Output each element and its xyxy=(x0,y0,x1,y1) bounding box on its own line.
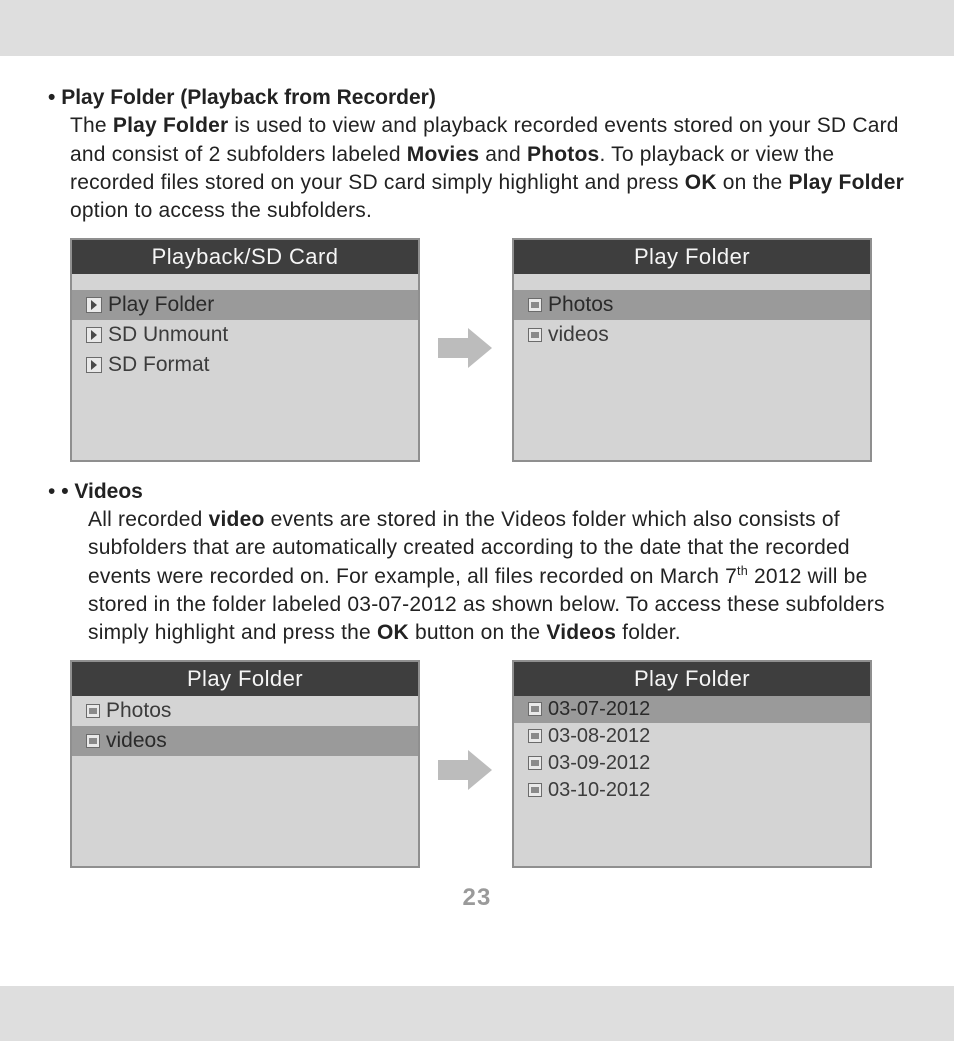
menu-item-label: SD Unmount xyxy=(108,323,228,347)
folder-icon xyxy=(528,729,542,743)
section-videos: Videos All recorded video events are sto… xyxy=(48,478,906,648)
menu-item-date-1[interactable]: 03-08-2012 xyxy=(514,723,870,750)
folder-icon xyxy=(86,357,102,373)
menu-item-photos[interactable]: Photos xyxy=(72,696,418,726)
top-band xyxy=(0,0,954,56)
menu-item-date-2[interactable]: 03-09-2012 xyxy=(514,750,870,777)
menu-item-label: Photos xyxy=(548,293,613,317)
text: and xyxy=(479,143,527,166)
paragraph-play-folder: The Play Folder is used to view and play… xyxy=(48,112,906,225)
term-video: video xyxy=(209,508,265,531)
heading-play-folder: Play Folder (Playback from Recorder) xyxy=(48,84,906,112)
text: button on the xyxy=(409,621,546,644)
menu-date-folders: Play Folder 03-07-2012 03-08-2012 03-09-… xyxy=(512,660,872,868)
menu-item-label: 03-08-2012 xyxy=(548,725,650,748)
menu-item-sd-format[interactable]: SD Format xyxy=(72,350,418,380)
text: All recorded xyxy=(88,508,209,531)
menu-item-label: videos xyxy=(548,323,609,347)
text: The xyxy=(70,114,113,137)
menu-body: Play Folder SD Unmount SD Format xyxy=(72,290,418,460)
menu-spacer xyxy=(514,274,870,290)
menu-title: Play Folder xyxy=(514,662,870,696)
text: option to access the subfolders. xyxy=(70,199,372,222)
menu-play-folder-2: Play Folder Photos videos xyxy=(70,660,420,868)
arrow-right-icon xyxy=(438,328,494,368)
term-movies: Movies xyxy=(407,143,479,166)
bullet-dot xyxy=(48,480,61,503)
menu-item-videos[interactable]: videos xyxy=(514,320,870,350)
page-number: 23 xyxy=(48,884,906,912)
folder-icon xyxy=(86,734,100,748)
menu-item-label: videos xyxy=(106,729,167,753)
term-ok: OK xyxy=(685,171,717,194)
term-play-folder-2: Play Folder xyxy=(788,171,904,194)
arrow-right-icon xyxy=(438,750,494,790)
term-photos: Photos xyxy=(527,143,599,166)
menu-item-videos[interactable]: videos xyxy=(72,726,418,756)
menu-body: 03-07-2012 03-08-2012 03-09-2012 03-10-2… xyxy=(514,696,870,866)
folder-icon xyxy=(528,328,542,342)
section-play-folder: Play Folder (Playback from Recorder) The… xyxy=(48,84,906,226)
menu-spacer xyxy=(72,274,418,290)
arrow-column xyxy=(438,660,494,790)
folder-icon xyxy=(86,327,102,343)
text: folder. xyxy=(616,621,681,644)
folder-icon xyxy=(86,297,102,313)
superscript-th: th xyxy=(737,564,748,578)
bullet-dot xyxy=(48,86,61,109)
menu-item-photos[interactable]: Photos xyxy=(514,290,870,320)
arrow-column xyxy=(438,238,494,368)
menu-item-sd-unmount[interactable]: SD Unmount xyxy=(72,320,418,350)
folder-icon xyxy=(528,783,542,797)
menu-body: Photos videos xyxy=(72,696,418,866)
menu-title: Play Folder xyxy=(72,662,418,696)
menu-item-label: SD Format xyxy=(108,353,210,377)
folder-icon xyxy=(528,702,542,716)
menu-playback-sdcard: Playback/SD Card Play Folder SD Unmount … xyxy=(70,238,420,462)
bullet-dot-2 xyxy=(61,480,74,503)
menu-item-label: 03-07-2012 xyxy=(548,698,650,721)
menu-body: Photos videos xyxy=(514,290,870,460)
document-page: Play Folder (Playback from Recorder) The… xyxy=(0,56,954,986)
menu-play-folder-1: Play Folder Photos videos xyxy=(512,238,872,462)
folder-icon xyxy=(528,298,542,312)
term-ok: OK xyxy=(377,621,409,644)
folder-icon xyxy=(528,756,542,770)
menu-title: Playback/SD Card xyxy=(72,240,418,274)
term-videos: Videos xyxy=(546,621,616,644)
figure-row-2: Play Folder Photos videos Play Folder xyxy=(70,660,906,868)
menu-item-label: Play Folder xyxy=(108,293,214,317)
menu-item-label: 03-09-2012 xyxy=(548,752,650,775)
term-play-folder: Play Folder xyxy=(113,114,229,137)
text: on the xyxy=(717,171,789,194)
menu-item-date-0[interactable]: 03-07-2012 xyxy=(514,696,870,723)
heading-text: Videos xyxy=(74,480,142,503)
menu-item-date-3[interactable]: 03-10-2012 xyxy=(514,777,870,804)
bottom-band xyxy=(0,986,954,1041)
menu-item-play-folder[interactable]: Play Folder xyxy=(72,290,418,320)
menu-item-label: 03-10-2012 xyxy=(548,779,650,802)
menu-title: Play Folder xyxy=(514,240,870,274)
menu-item-label: Photos xyxy=(106,699,171,723)
heading-videos: Videos xyxy=(48,478,906,506)
folder-icon xyxy=(86,704,100,718)
paragraph-videos: All recorded video events are stored in … xyxy=(48,506,906,648)
heading-text: Play Folder (Playback from Recorder) xyxy=(61,86,436,109)
figure-row-1: Playback/SD Card Play Folder SD Unmount … xyxy=(70,238,906,462)
